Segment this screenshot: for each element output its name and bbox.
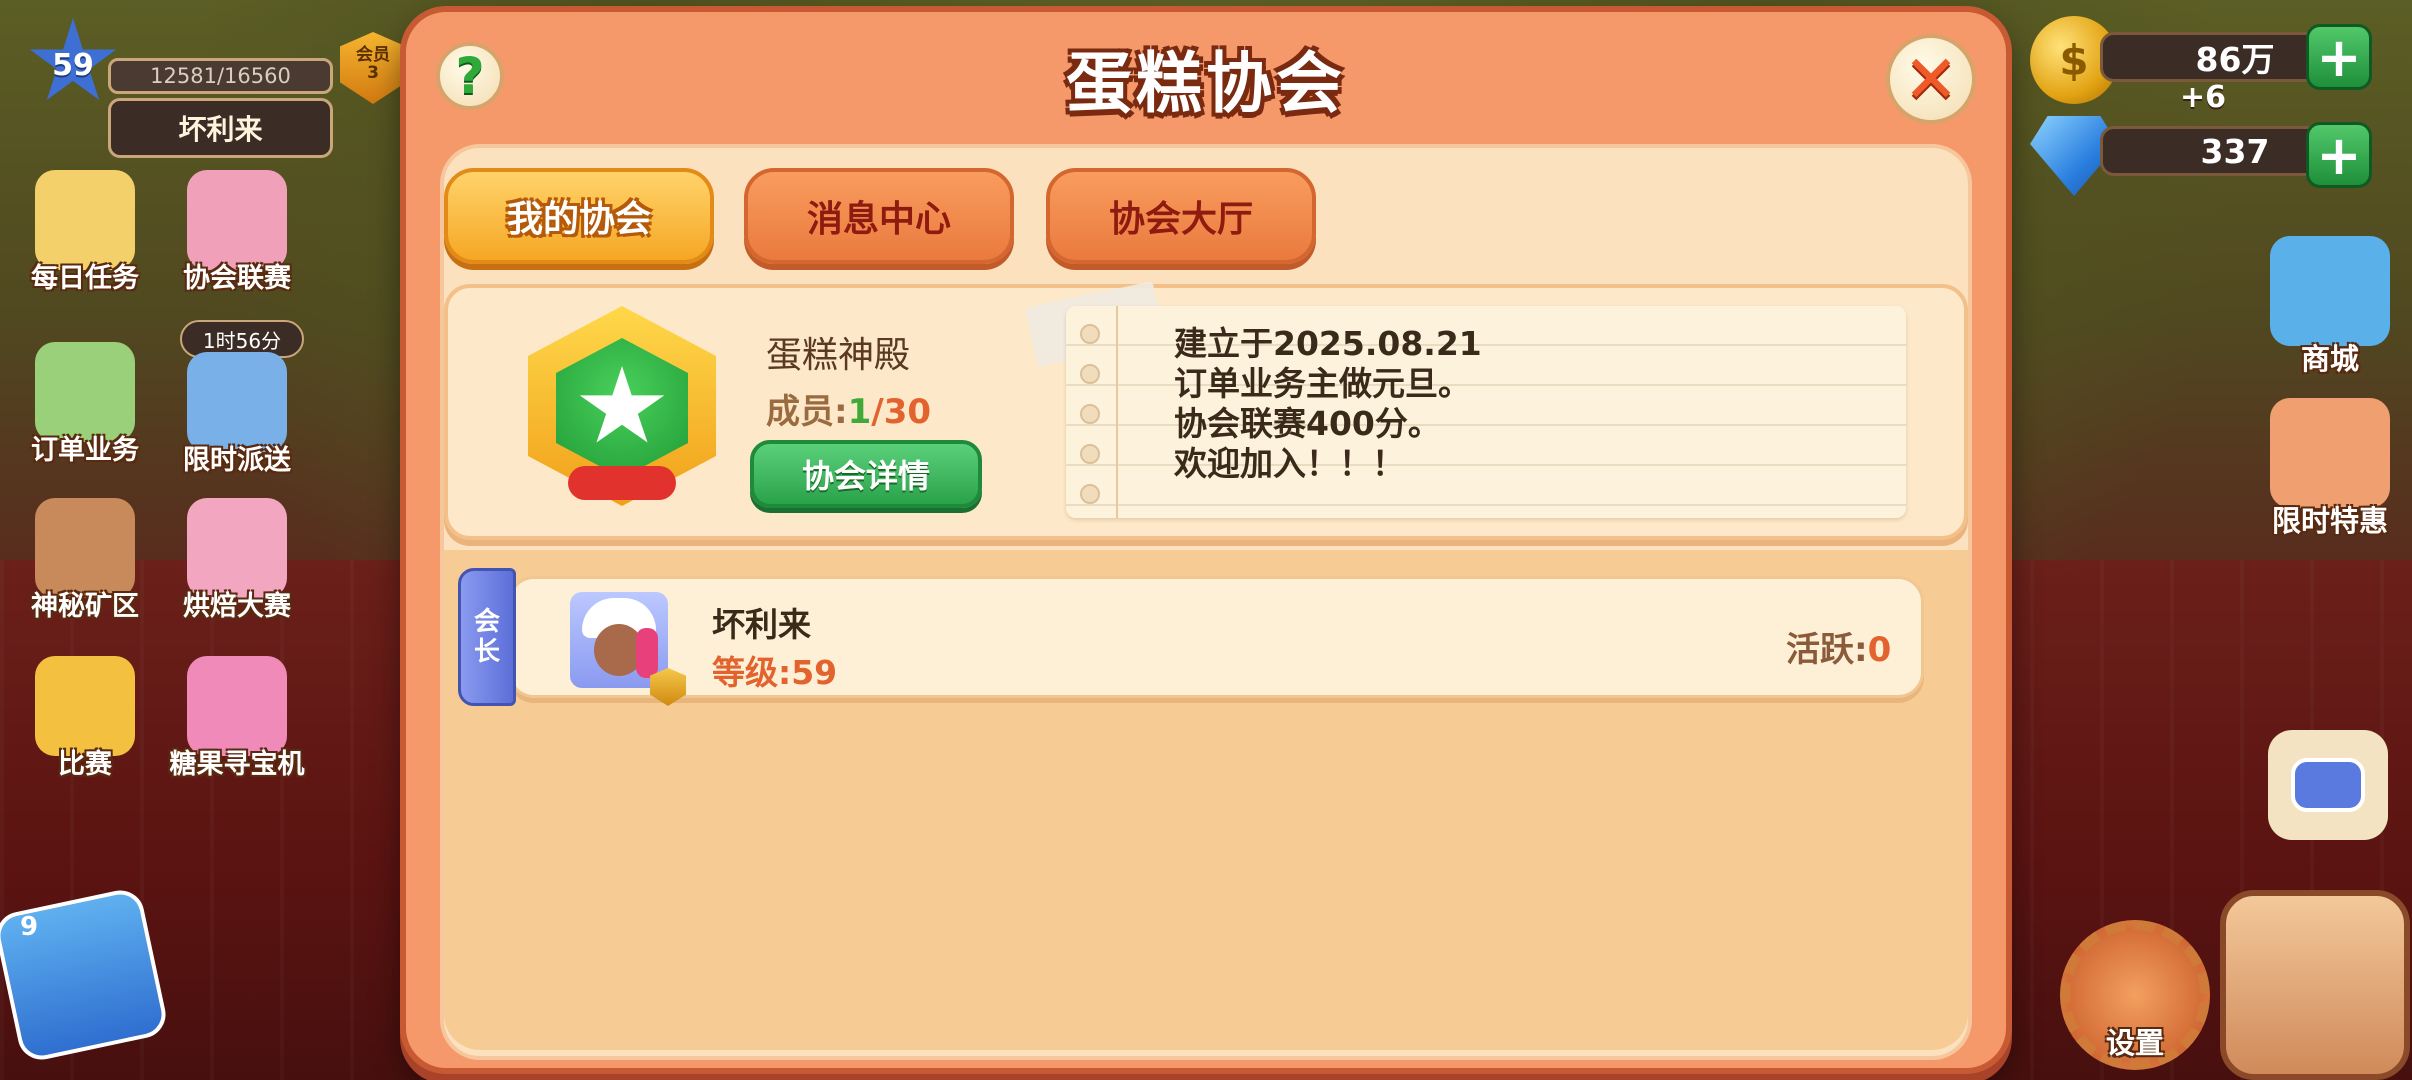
dialog-body: 我的协会 消息中心 协会大厅 蛋糕神殿 成员:1/30 协会详情 建立于2025… bbox=[440, 144, 1972, 1060]
limited-offer-label: 限时特惠 bbox=[2271, 504, 2388, 538]
member-activity: 活跃:0 bbox=[1786, 622, 1891, 671]
mystery-mine-button[interactable]: 神秘矿区 bbox=[10, 498, 160, 623]
tab-message-center[interactable]: 消息中心 bbox=[744, 168, 1014, 264]
notice-line: 协会联赛400分。 bbox=[1174, 404, 1441, 443]
truck-icon bbox=[187, 352, 287, 452]
avatar-hair bbox=[636, 628, 658, 678]
guild-details-button[interactable]: 协会详情 bbox=[750, 440, 982, 508]
member-level-value: 59 bbox=[791, 653, 838, 692]
emblem-ribbon bbox=[568, 466, 676, 500]
calendar-icon bbox=[35, 170, 135, 270]
baking-contest-label: 烘焙大赛 bbox=[183, 591, 291, 622]
gift-clock-icon bbox=[2270, 398, 2390, 508]
member-count-current: 1 bbox=[847, 392, 872, 432]
member-count-separator: / bbox=[871, 392, 884, 432]
candy-machine-button[interactable]: 糖果寻宝机 bbox=[162, 656, 312, 781]
settings-label: 设置 bbox=[2105, 1026, 2164, 1060]
notice-hole bbox=[1080, 364, 1100, 384]
limited-offer-button[interactable]: 限时特惠 bbox=[2250, 398, 2410, 540]
notice-hole bbox=[1080, 444, 1100, 464]
dialog-title: 蛋糕协会 bbox=[1066, 45, 1346, 122]
guild-name: 蛋糕神殿 bbox=[766, 335, 911, 376]
tab-guild-hall[interactable]: 协会大厅 bbox=[1046, 168, 1316, 264]
limited-delivery-label: 限时派送 bbox=[183, 445, 291, 476]
add-gems-button[interactable]: + bbox=[2306, 122, 2372, 188]
claw-machine-icon bbox=[187, 656, 287, 756]
guild-notice-board: 建立于2025.08.21 订单业务主做元旦。 协会联赛400分。 欢迎加入！！… bbox=[1066, 306, 1906, 518]
chat-button[interactable] bbox=[2268, 730, 2388, 840]
trophy-icon bbox=[35, 656, 135, 756]
shop-button[interactable]: 商城 bbox=[2250, 236, 2410, 378]
orders-button[interactable]: 订单业务 bbox=[10, 342, 160, 467]
cake-icon bbox=[187, 170, 287, 270]
coin-bonus: +6 bbox=[2180, 80, 2227, 115]
vip-level: 3 bbox=[367, 63, 379, 83]
player-name: 坏利来 bbox=[108, 98, 333, 158]
notice-hole bbox=[1080, 484, 1100, 504]
competition-label: 比赛 bbox=[58, 749, 112, 780]
oven-icon bbox=[187, 498, 287, 598]
daily-tasks-button[interactable]: 每日任务 bbox=[10, 170, 160, 295]
guild-league-label: 协会联赛 bbox=[183, 263, 291, 294]
role-tag: 会长 bbox=[458, 568, 516, 706]
close-button[interactable]: ✕ bbox=[1886, 34, 1976, 124]
mine-cart-icon bbox=[35, 498, 135, 598]
chat-bubble-icon bbox=[2291, 758, 2365, 812]
notice-line: 订单业务主做元旦。 bbox=[1174, 364, 1471, 403]
role-label: 会长 bbox=[473, 607, 500, 667]
clipboard-icon bbox=[35, 342, 135, 442]
vip-label: 会员 bbox=[356, 45, 390, 65]
notice-line: 欢迎加入！！！ bbox=[1174, 444, 1405, 483]
notice-hole bbox=[1080, 324, 1100, 344]
notice-margin-line bbox=[1116, 306, 1118, 518]
member-name: 坏利来 bbox=[712, 605, 811, 644]
activity-label: 活跃: bbox=[1786, 630, 1868, 670]
baking-contest-button[interactable]: 烘焙大赛 bbox=[162, 498, 312, 623]
guild-league-button[interactable]: 协会联赛 bbox=[162, 170, 312, 295]
player-info[interactable]: 59 12581/16560 坏利来 bbox=[28, 18, 333, 158]
member-count-label: 成员: bbox=[766, 392, 848, 432]
daily-tasks-label: 每日任务 bbox=[31, 263, 139, 294]
add-coins-button[interactable]: + bbox=[2306, 24, 2372, 90]
calendar-count: 9 bbox=[20, 912, 39, 942]
guild-notice-text: 建立于2025.08.21 订单业务主做元旦。 协会联赛400分。 欢迎加入！！… bbox=[1174, 324, 1482, 484]
notice-hole bbox=[1080, 404, 1100, 424]
activity-value: 0 bbox=[1867, 630, 1892, 670]
guild-info-card: 蛋糕神殿 成员:1/30 协会详情 建立于2025.08.21 订单业务主做元旦… bbox=[444, 281, 1968, 540]
mystery-mine-label: 神秘矿区 bbox=[31, 591, 139, 622]
candy-machine-label: 糖果寻宝机 bbox=[169, 749, 305, 780]
guild-dialog: ? 蛋糕协会 ✕ 我的协会 消息中心 协会大厅 蛋糕神殿 成员:1/30 协会详… bbox=[400, 6, 2012, 1074]
notice-line: 建立于2025.08.21 bbox=[1174, 324, 1482, 363]
member-count-max: 30 bbox=[883, 392, 932, 432]
tab-my-guild[interactable]: 我的协会 bbox=[444, 168, 714, 264]
member-list[interactable]: 会长 坏利来 等级:59 活跃:0 bbox=[444, 550, 1968, 1050]
member-level: 等级:59 bbox=[712, 646, 837, 694]
xp-bar: 12581/16560 bbox=[108, 58, 333, 94]
competition-button[interactable]: 比赛 bbox=[10, 656, 160, 781]
shop-label: 商城 bbox=[2300, 342, 2359, 376]
vip-shield-icon bbox=[650, 668, 686, 706]
shopping-cart-icon bbox=[2270, 236, 2390, 346]
orders-label: 订单业务 bbox=[31, 435, 139, 466]
limited-delivery-button[interactable]: 限时派送 bbox=[162, 352, 312, 477]
player-level: 59 bbox=[52, 48, 94, 83]
avatar[interactable] bbox=[570, 592, 668, 688]
member-level-label: 等级: bbox=[712, 653, 792, 692]
bakery-shop-button[interactable] bbox=[2220, 890, 2410, 1080]
member-count: 成员:1/30 bbox=[766, 384, 931, 433]
